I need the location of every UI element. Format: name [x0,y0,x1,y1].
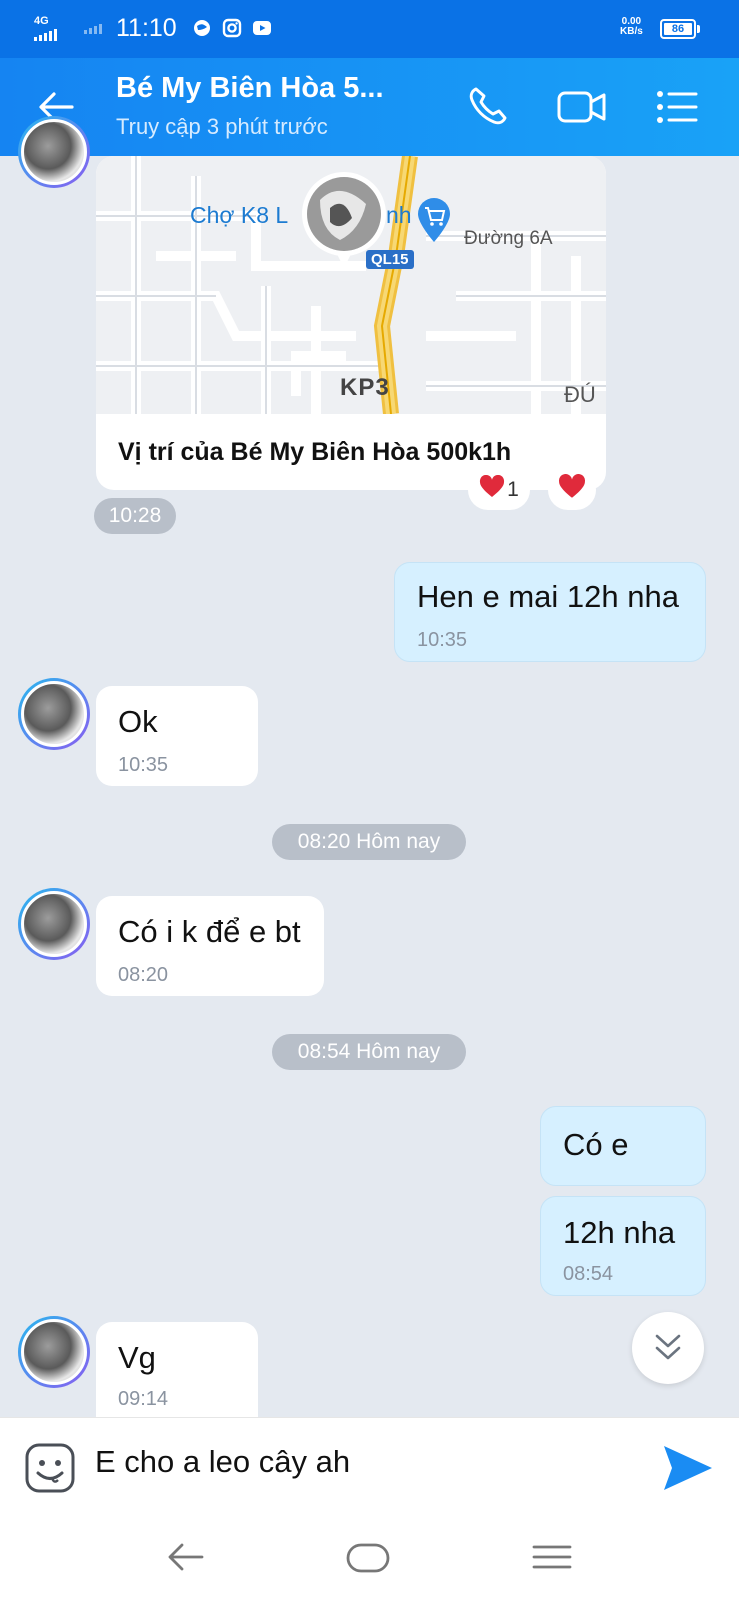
date-separator: 08:20 Hôm nay [272,824,466,860]
net-speed: 0.00 KB/s [620,16,643,37]
message-bubble-incoming[interactable]: Vg 09:14 [96,1322,258,1417]
scroll-to-bottom-button[interactable] [632,1312,704,1384]
send-icon[interactable] [660,1442,716,1494]
double-chevron-down-icon [654,1332,682,1369]
sticker-emoji-icon[interactable] [24,1442,76,1494]
instagram-icon [222,18,242,38]
reaction-count: 1 [507,478,519,501]
message-bubble-outgoing[interactable]: Hen e mai 12h nha 10:35 [394,562,706,662]
message-text: Có e [563,1127,629,1162]
chat-header: Bé My Biên Hòa 5... Truy cập 3 phút trướ… [0,58,739,156]
avatar[interactable] [18,1316,90,1388]
react-button[interactable] [548,470,596,510]
message-time: 08:54 [563,1263,614,1285]
nav-back-icon[interactable] [158,1537,214,1577]
map-label-market: Chợ K8 L [190,202,289,228]
message-text: Hen e mai 12h nha [417,579,679,614]
shopping-cart-pin-icon [414,196,450,242]
system-nav-bar [0,1519,739,1600]
last-seen: Truy cập 3 phút trước [116,114,328,139]
signal-icon [34,29,57,41]
avatar[interactable] [18,678,90,750]
network-type: 4G [34,15,49,27]
map-label-road: Đường 6A [464,228,553,249]
video-call-icon[interactable] [556,84,606,130]
nav-menu-icon[interactable] [524,1537,580,1577]
message-time: 10:35 [417,629,468,651]
message-text: Ok [118,704,158,739]
contact-name[interactable]: Bé My Biên Hòa 5... [116,72,384,105]
status-bar: 4G 11:10 0.00 KB/s 86 [0,0,739,58]
avatar[interactable] [18,888,90,960]
map-label-edge: ĐÚ [564,382,596,407]
message-bubble-incoming[interactable]: Có i k để e bt 08:20 [96,896,324,996]
browser-icon [192,18,212,38]
message-text: Vg [118,1340,156,1375]
message-bubble-outgoing[interactable]: 12h nha 08:54 [540,1196,706,1296]
message-bubble-outgoing[interactable]: Có e [540,1106,706,1186]
map-preview[interactable]: Chợ K8 L nh Đường 6A QL15 KP3 ĐÚ [96,156,606,415]
message-time: 09:14 [118,1388,169,1410]
signal-2-icon [84,24,102,34]
location-caption: Vị trí của Bé My Biên Hòa 500k1h [118,438,512,466]
reaction-summary[interactable]: 1 [468,470,530,510]
map-label-market-tail: nh [386,202,412,228]
battery-icon: 86 [660,19,700,39]
message-bubble-incoming[interactable]: Ok 10:35 [96,686,258,786]
message-text: Có i k để e bt [118,914,301,949]
message-input[interactable]: E cho a leo cây ah [95,1444,350,1480]
message-composer: E cho a leo cây ah [0,1417,739,1519]
nav-home-icon[interactable] [340,1537,396,1577]
message-text: 12h nha [563,1215,676,1250]
map-label-kp3: KP3 [340,374,390,401]
location-pin-avatar [300,170,388,270]
phone-icon[interactable] [464,84,512,130]
message-time: 08:20 [118,964,169,986]
message-time: 10:35 [118,754,169,776]
clock: 11:10 [116,14,177,42]
youtube-icon [252,18,272,38]
location-card[interactable]: Chợ K8 L nh Đường 6A QL15 KP3 ĐÚ Vị trí … [96,156,606,490]
menu-list-icon[interactable] [654,84,702,130]
date-separator: 08:54 Hôm nay [272,1034,466,1070]
heart-icon [479,474,505,505]
battery-level: 86 [664,23,692,35]
avatar[interactable] [18,116,90,188]
heart-icon [558,473,586,506]
message-time: 10:28 [94,498,176,534]
